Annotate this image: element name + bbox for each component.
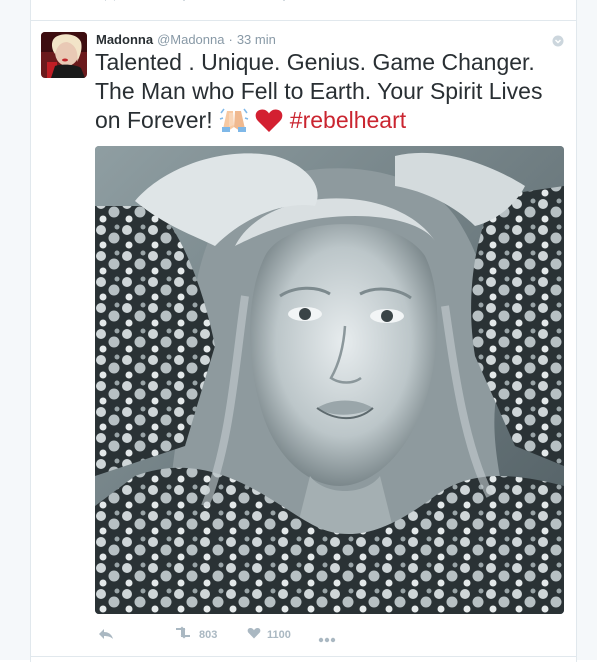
bottom-divider — [30, 656, 576, 657]
header-separator: · — [228, 32, 233, 47]
like-button[interactable]: 1100 — [247, 626, 291, 644]
red-heart-emoji — [255, 108, 283, 140]
folded-hands-emoji — [219, 107, 249, 140]
tweet-divider — [30, 20, 576, 21]
prev-like-icon[interactable] — [277, 0, 291, 5]
heart-icon — [247, 626, 261, 644]
caret-icon[interactable] — [552, 34, 564, 47]
author-handle[interactable]: @Madonna — [157, 32, 224, 47]
tweet-header: Madonna @Madonna · 33 min — [96, 32, 276, 47]
tweet-image[interactable] — [95, 146, 564, 614]
reply-button[interactable] — [98, 627, 114, 645]
more-button[interactable] — [318, 630, 336, 648]
prev-retweet-icon[interactable] — [173, 0, 193, 5]
retweet-button[interactable]: 803 — [173, 626, 217, 644]
like-count: 1100 — [267, 629, 291, 641]
tweet-text: Talented . Unique. Genius. Game Changer.… — [95, 48, 565, 140]
tweet-actions: 803 1100 — [95, 625, 565, 645]
prev-reply-icon[interactable] — [100, 0, 116, 5]
reply-icon — [98, 627, 114, 645]
previous-tweet-actions: 868 1300 — [30, 0, 576, 10]
prev-more-icon[interactable] — [352, 0, 370, 2]
tweet-timestamp[interactable]: 33 min — [237, 32, 276, 47]
hashtag-link[interactable]: #rebelheart — [290, 107, 406, 133]
retweet-icon — [173, 626, 193, 644]
author-name[interactable]: Madonna — [96, 32, 153, 47]
retweet-count: 803 — [199, 629, 218, 641]
avatar[interactable] — [41, 32, 87, 78]
more-icon — [318, 630, 336, 648]
